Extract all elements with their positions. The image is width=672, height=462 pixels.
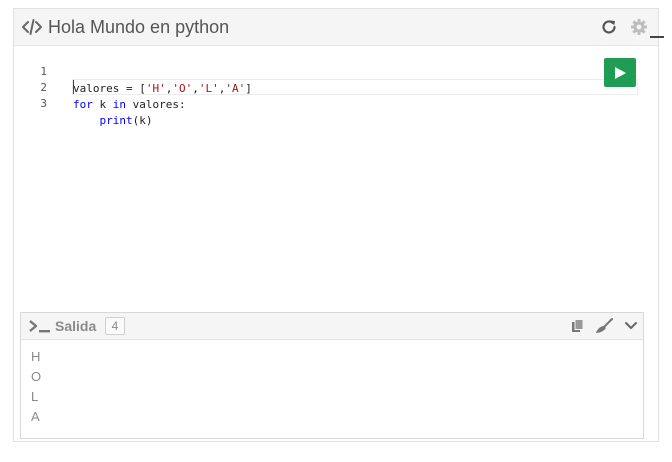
code-line[interactable]: 1 valores = ['H','O','L','A'] <box>14 46 251 95</box>
code-text: print(k) <box>99 114 153 127</box>
output-line: H <box>31 349 41 364</box>
refresh-icon <box>602 20 616 34</box>
copy-icon[interactable] <box>571 319 585 333</box>
refresh-button[interactable] <box>598 16 620 38</box>
output-header: Salida 4 <box>21 313 643 340</box>
broom-icon[interactable] <box>595 318 613 334</box>
line-number: 3 <box>40 97 47 110</box>
output-panel: Salida 4 H O L A <box>20 312 644 439</box>
gear-icon <box>631 19 647 35</box>
code-text: for k in valores: <box>73 98 186 111</box>
widget-header: Hola Mundo en python <box>14 9 658 46</box>
output-line: A <box>31 409 40 424</box>
output-line: O <box>31 369 42 384</box>
code-line[interactable]: 2 for k in valores: <box>14 62 185 111</box>
code-editor[interactable]: 1 valores = ['H','O','L','A'] 2 for k in… <box>14 46 658 310</box>
chevron-down-icon[interactable] <box>624 320 638 332</box>
terminal-prompt-icon <box>29 320 50 333</box>
output-line: L <box>31 389 39 404</box>
widget-title: Hola Mundo en python <box>48 17 230 37</box>
settings-button[interactable] <box>628 16 650 38</box>
play-icon <box>615 66 626 79</box>
code-icon <box>22 19 42 35</box>
output-title: Salida <box>55 318 97 334</box>
code-widget: Hola Mundo en python 1 valores = ['H','O… <box>13 8 664 442</box>
output-lines: H O L A <box>31 347 41 427</box>
scroll-handle[interactable] <box>650 36 664 38</box>
output-count-badge: 4 <box>105 317 125 335</box>
code-line[interactable]: 3 print(k) <box>14 78 152 127</box>
code-text: valores = ['H','O','L','A'] <box>73 82 252 95</box>
run-button[interactable] <box>604 58 636 87</box>
